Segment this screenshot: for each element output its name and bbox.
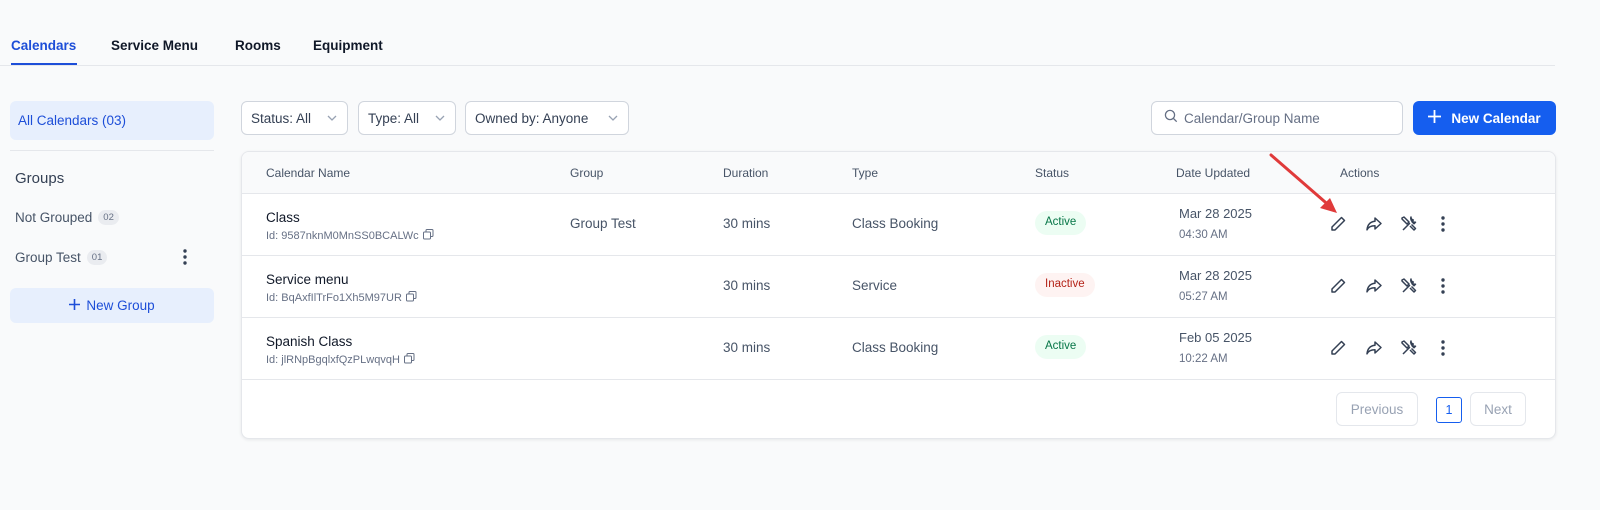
calendar-id: Id: 9587nknM0MnSS0BCALWc [266, 229, 434, 243]
table-row: Class Id: 9587nknM0MnSS0BCALWc Group Tes… [242, 194, 1555, 256]
search-icon [1164, 109, 1178, 128]
sidebar-item-not-grouped[interactable]: Not Grouped 02 [15, 210, 119, 225]
next-page-button[interactable]: Next [1470, 392, 1526, 426]
more-options-kebab-icon[interactable] [1432, 275, 1454, 297]
tab-rooms[interactable]: Rooms [235, 38, 281, 53]
page-number-button[interactable]: 1 [1436, 397, 1462, 423]
group-options-kebab-icon[interactable] [178, 248, 192, 266]
status-filter-dropdown[interactable]: Status: All [241, 101, 348, 135]
date-updated: Feb 05 2025 [1179, 330, 1253, 345]
time-updated: 04:30 AM [1179, 229, 1228, 241]
duration-cell: 30 mins [723, 216, 771, 231]
date-updated: Mar 28 2025 [1179, 268, 1252, 283]
top-tabs: Calendars Service Menu Rooms Equipment [0, 0, 1555, 66]
copy-icon[interactable] [422, 229, 434, 243]
column-header-status: Status [1035, 166, 1070, 180]
time-updated: 05:27 AM [1179, 291, 1228, 303]
calendars-table: Calendar Name Group Duration Type Status… [241, 151, 1556, 439]
type-filter-value: Type: All [368, 110, 420, 126]
status-filter-value: Status: All [251, 110, 312, 126]
groups-heading: Groups [15, 170, 65, 187]
group-cell: Group Test [570, 216, 636, 231]
calendar-name[interactable]: Service menu [266, 272, 349, 287]
new-calendar-label: New Calendar [1451, 110, 1541, 126]
plus-icon [1428, 110, 1442, 126]
copy-icon[interactable] [403, 353, 415, 367]
sidebar-divider [10, 150, 214, 151]
table-header: Calendar Name Group Duration Type Status… [242, 152, 1555, 194]
copy-icon[interactable] [405, 291, 417, 305]
owned-by-filter-value: Owned by: Anyone [475, 110, 589, 126]
column-header-type: Type [852, 166, 879, 180]
calendar-id-text: Id: jlRNpBgqlxfQzPLwqvqH [266, 354, 400, 366]
duration-cell: 30 mins [723, 278, 771, 293]
calendar-id-text: Id: BqAxfIlTrFo1Xh5M97UR [266, 292, 402, 304]
plus-icon [69, 298, 81, 313]
group-name: Group Test [15, 250, 81, 265]
column-header-date-updated: Date Updated [1176, 166, 1251, 180]
table-row: Spanish Class Id: jlRNpBgqlxfQzPLwqvqH 3… [242, 318, 1555, 380]
column-header-actions: Actions [1340, 166, 1380, 180]
calendar-id: Id: BqAxfIlTrFo1Xh5M97UR [266, 291, 417, 305]
group-name: Not Grouped [15, 210, 93, 225]
table-row: Service menu Id: BqAxfIlTrFo1Xh5M97UR 30… [242, 256, 1555, 318]
new-group-button[interactable]: New Group [10, 288, 214, 323]
sidebar-item-all-calendars[interactable]: All Calendars (03) [10, 101, 214, 140]
chevron-down-icon [327, 111, 337, 126]
calendar-name[interactable]: Spanish Class [266, 334, 352, 349]
column-header-calendar-name: Calendar Name [266, 166, 351, 180]
owned-by-filter-dropdown[interactable]: Owned by: Anyone [465, 101, 629, 135]
duration-cell: 30 mins [723, 340, 771, 355]
new-group-label: New Group [86, 298, 155, 313]
tab-equipment[interactable]: Equipment [313, 38, 383, 53]
tools-icon[interactable] [1398, 337, 1420, 359]
time-updated: 10:22 AM [1179, 353, 1228, 365]
status-badge: Active [1035, 335, 1087, 359]
edit-pencil-icon[interactable] [1327, 213, 1349, 235]
edit-pencil-icon[interactable] [1327, 337, 1349, 359]
tab-calendars[interactable]: Calendars [11, 38, 76, 53]
date-updated: Mar 28 2025 [1179, 206, 1252, 221]
sidebar-item-group-test[interactable]: Group Test 01 [15, 250, 108, 265]
group-count-badge: 01 [86, 250, 108, 265]
type-cell: Class Booking [852, 216, 939, 231]
chevron-down-icon [435, 111, 445, 126]
tools-icon[interactable] [1398, 275, 1420, 297]
calendar-id-text: Id: 9587nknM0MnSS0BCALWc [266, 230, 419, 242]
more-options-kebab-icon[interactable] [1432, 213, 1454, 235]
active-tab-underline [11, 63, 77, 65]
type-cell: Service [852, 278, 898, 293]
more-options-kebab-icon[interactable] [1432, 337, 1454, 359]
share-icon[interactable] [1363, 213, 1385, 235]
chevron-down-icon [608, 111, 618, 126]
share-icon[interactable] [1363, 337, 1385, 359]
column-header-duration: Duration [723, 166, 769, 180]
share-icon[interactable] [1363, 275, 1385, 297]
calendar-id: Id: jlRNpBgqlxfQzPLwqvqH [266, 353, 415, 367]
column-header-group: Group [570, 166, 604, 180]
calendar-name[interactable]: Class [266, 210, 300, 225]
search-input[interactable] [1184, 110, 1384, 126]
status-badge: Active [1035, 211, 1087, 235]
tab-service-menu[interactable]: Service Menu [111, 38, 198, 53]
type-filter-dropdown[interactable]: Type: All [358, 101, 456, 135]
status-badge: Inactive [1035, 273, 1095, 297]
type-cell: Class Booking [852, 340, 939, 355]
new-calendar-button[interactable]: New Calendar [1413, 101, 1556, 135]
tools-icon[interactable] [1398, 213, 1420, 235]
previous-page-button[interactable]: Previous [1336, 392, 1418, 426]
edit-pencil-icon[interactable] [1327, 275, 1349, 297]
search-box [1151, 101, 1403, 135]
group-count-badge: 02 [98, 210, 119, 225]
